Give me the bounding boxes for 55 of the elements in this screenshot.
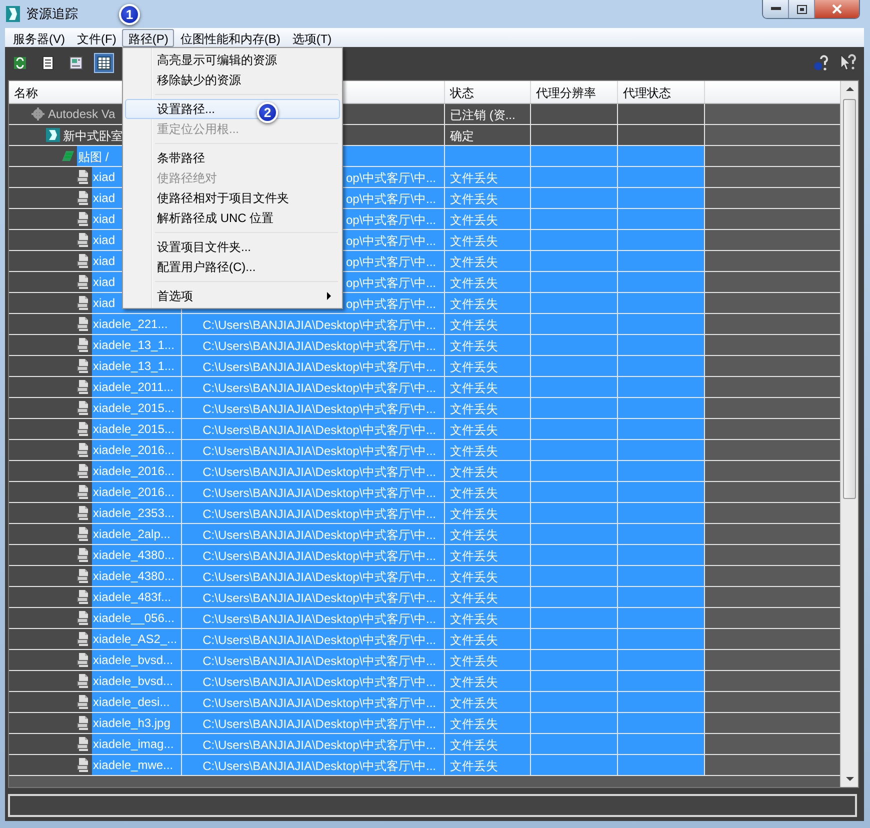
table-cell: C:\Users\BANJIAJIA\Desktop\中式客厅\中... — [182, 482, 445, 502]
table-cell: 文件丢失 — [445, 755, 531, 775]
table-cell: 文件丢失 — [445, 167, 531, 187]
table-cell: C:\Users\BANJIAJIA\Desktop\中式客厅\中... — [182, 587, 445, 607]
table-cell: 文件丢失 — [445, 713, 531, 733]
table-cell: 文件丢失 — [445, 566, 531, 586]
table-cell: C:\Users\BANJIAJIA\Desktop\中式客厅\中... — [182, 650, 445, 670]
table-cell: C:\Users\BANJIAJIA\Desktop\中式客厅\中... — [182, 713, 445, 733]
table-cell: 文件丢失 — [445, 440, 531, 460]
table-cell: C:\Users\BANJIAJIA\Desktop\中式客厅\中... — [182, 377, 445, 397]
table-cell: 文件丢失 — [445, 251, 531, 271]
table-cell: 文件丢失 — [445, 734, 531, 754]
table-cell: C:\Users\BANJIAJIA\Desktop\中式客厅\中... — [182, 692, 445, 712]
table-cell: 文件丢失 — [445, 377, 531, 397]
table-cell: 文件丢失 — [445, 314, 531, 334]
table-cell: C:\Users\BANJIAJIA\Desktop\中式客厅\中... — [182, 566, 445, 586]
table-cell: 文件丢失 — [445, 608, 531, 628]
table-cell: 文件丢失 — [445, 398, 531, 418]
table-cell: C:\Users\BANJIAJIA\Desktop\中式客厅\中... — [182, 440, 445, 460]
table-cell: C:\Users\BANJIAJIA\Desktop\中式客厅\中... — [182, 503, 445, 523]
table-cell: C:\Users\BANJIAJIA\Desktop\中式客厅\中... — [182, 629, 445, 649]
table-cell: 已注销 (资... — [445, 104, 531, 124]
table-cell: 文件丢失 — [445, 230, 531, 250]
table-cell: C:\Users\BANJIAJIA\Desktop\中式客厅\中... — [182, 335, 445, 355]
table-cell: 文件丢失 — [445, 293, 531, 313]
table-cell: 文件丢失 — [445, 419, 531, 439]
table-cell: C:\Users\BANJIAJIA\Desktop\中式客厅\中... — [182, 524, 445, 544]
table-cell: C:\Users\BANJIAJIA\Desktop\中式客厅\中... — [182, 734, 445, 754]
step-badge: 1 — [119, 4, 140, 25]
table-cell: 文件丢失 — [445, 188, 531, 208]
table-cell: C:\Users\BANJIAJIA\Desktop\中式客厅\中... — [182, 461, 445, 481]
table-cell: 确定 — [445, 125, 531, 145]
table-cell: 文件丢失 — [445, 692, 531, 712]
window-title: 资源追踪 — [26, 5, 78, 23]
table-cell: 文件丢失 — [445, 356, 531, 376]
table-cell: C:\Users\BANJIAJIA\Desktop\中式客厅\中... — [182, 671, 445, 691]
table-cell: 文件丢失 — [445, 650, 531, 670]
table-cell: 文件丢失 — [445, 461, 531, 481]
table-cell: C:\Users\BANJIAJIA\Desktop\中式客厅\中... — [182, 608, 445, 628]
table-cell: C:\Users\BANJIAJIA\Desktop\中式客厅\中... — [182, 356, 445, 376]
table-cell: C:\Users\BANJIAJIA\Desktop\中式客厅\中... — [182, 314, 445, 334]
table-cell: 文件丢失 — [445, 524, 531, 544]
table-cell: 文件丢失 — [445, 482, 531, 502]
table-cell: 文件丢失 — [445, 629, 531, 649]
table-cell: 文件丢失 — [445, 209, 531, 229]
table-cell: C:\Users\BANJIAJIA\Desktop\中式客厅\中... — [182, 755, 445, 775]
table-cell: 文件丢失 — [445, 503, 531, 523]
table-cell: C:\Users\BANJIAJIA\Desktop\中式客厅\中... — [182, 545, 445, 565]
table-cell: C:\Users\BANJIAJIA\Desktop\中式客厅\中... — [182, 398, 445, 418]
table-cell: 文件丢失 — [445, 671, 531, 691]
table-cell: 文件丢失 — [445, 272, 531, 292]
table-cell: 文件丢失 — [445, 545, 531, 565]
table-cell: 文件丢失 — [445, 335, 531, 355]
table-cell: 文件丢失 — [445, 587, 531, 607]
table-cell: C:\Users\BANJIAJIA\Desktop\中式客厅\中... — [182, 419, 445, 439]
